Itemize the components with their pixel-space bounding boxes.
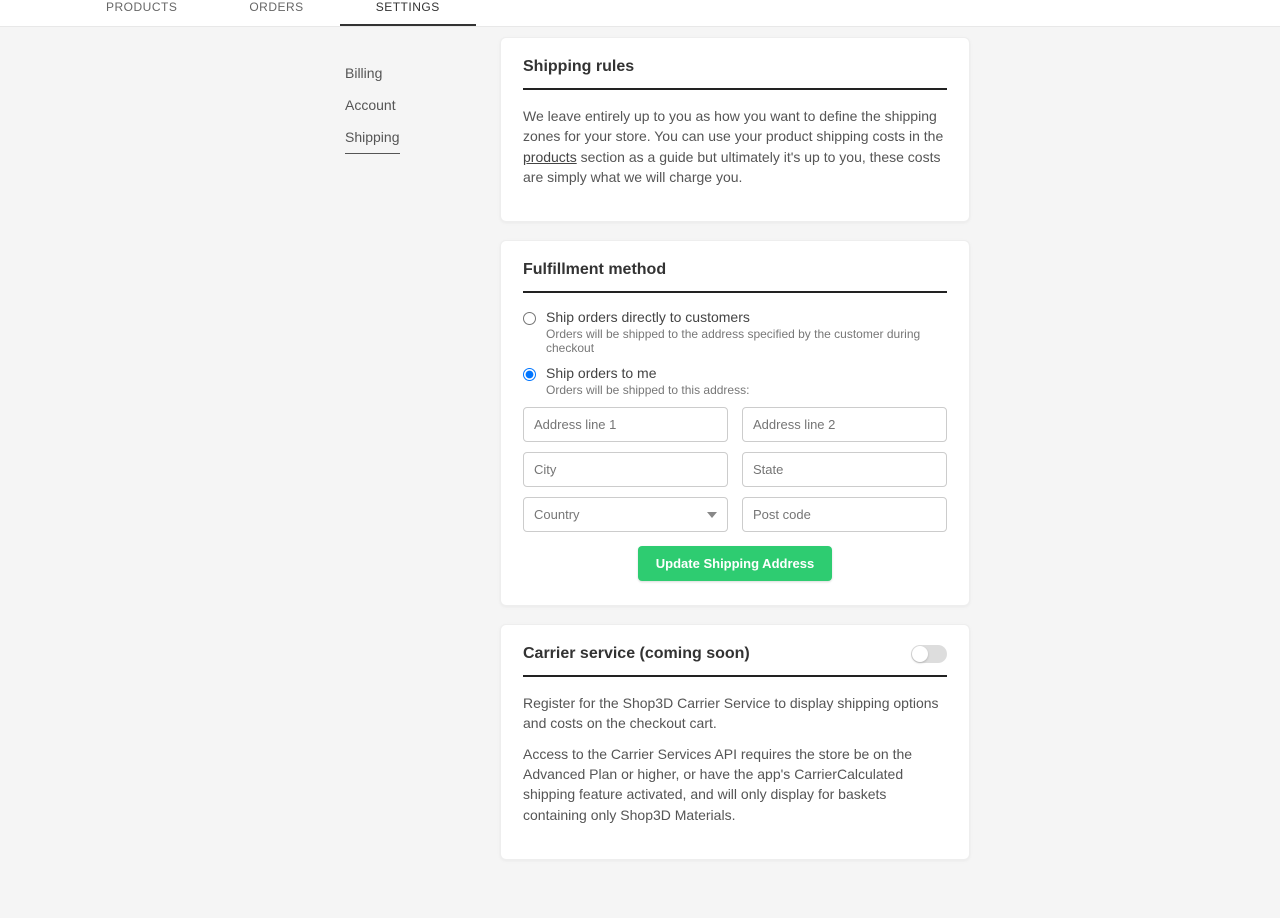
radio-ship-to-customers[interactable]: [523, 312, 536, 325]
city-input[interactable]: [523, 452, 728, 487]
fulfillment-title: Fulfillment method: [523, 261, 947, 293]
sidebar-item-shipping[interactable]: Shipping: [345, 121, 400, 154]
radio-ship-to-me-sub: Orders will be shipped to this address:: [546, 383, 749, 397]
shipping-rules-card: Shipping rules We leave entirely up to y…: [500, 37, 970, 222]
radio-ship-to-customers-sub: Orders will be shipped to the address sp…: [546, 327, 947, 355]
sidebar-item-billing[interactable]: Billing: [345, 57, 382, 89]
radio-ship-to-me[interactable]: [523, 368, 536, 381]
settings-sidebar: Billing Account Shipping: [0, 37, 500, 918]
nav-settings[interactable]: SETTINGS: [340, 0, 476, 26]
main-content: Shipping rules We leave entirely up to y…: [500, 37, 990, 918]
radio-ship-to-me-label: Ship orders to me: [546, 365, 749, 381]
sidebar-item-account[interactable]: Account: [345, 89, 396, 121]
radio-ship-to-customers-label: Ship orders directly to customers: [546, 309, 947, 325]
postcode-input[interactable]: [742, 497, 947, 532]
carrier-service-card: Carrier service (coming soon) Register f…: [500, 624, 970, 860]
state-input[interactable]: [742, 452, 947, 487]
shipping-rules-title: Shipping rules: [523, 58, 947, 90]
nav-products[interactable]: PRODUCTS: [70, 0, 213, 26]
country-select[interactable]: Country: [523, 497, 728, 532]
products-link[interactable]: products: [523, 149, 577, 165]
carrier-p2: Access to the Carrier Services API requi…: [523, 744, 947, 825]
carrier-p1: Register for the Shop3D Carrier Service …: [523, 693, 947, 734]
update-shipping-address-button[interactable]: Update Shipping Address: [638, 546, 832, 581]
carrier-title: Carrier service (coming soon): [523, 645, 750, 663]
address-line2-input[interactable]: [742, 407, 947, 442]
address-line1-input[interactable]: [523, 407, 728, 442]
nav-orders[interactable]: ORDERS: [213, 0, 339, 26]
shipping-rules-text: We leave entirely up to you as how you w…: [523, 106, 947, 187]
top-nav: PRODUCTS ORDERS SETTINGS: [0, 0, 1280, 27]
fulfillment-card: Fulfillment method Ship orders directly …: [500, 240, 970, 606]
carrier-toggle[interactable]: [911, 645, 947, 663]
address-form: Country: [523, 407, 947, 532]
